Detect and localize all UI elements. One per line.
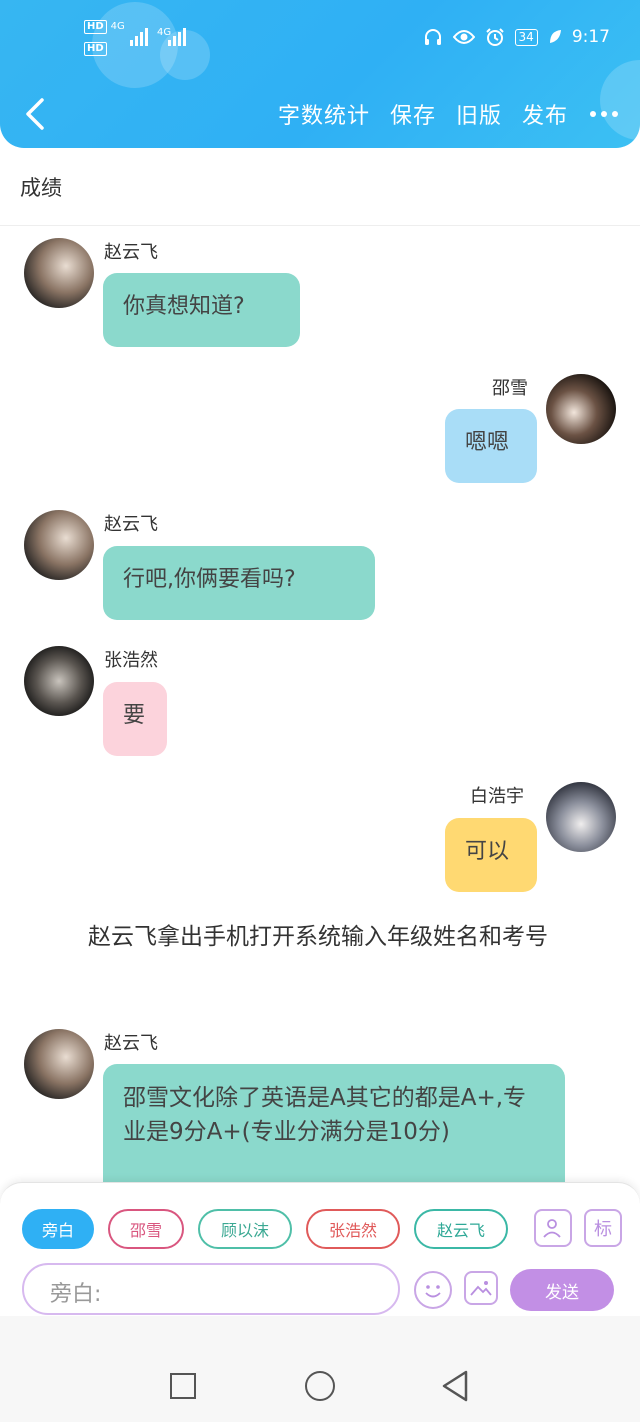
chip-character[interactable]: 邵雪: [108, 1209, 184, 1249]
speaker-name: 邵雪: [492, 378, 528, 399]
chip-character[interactable]: 赵云飞: [414, 1209, 508, 1249]
alarm-icon: [485, 28, 504, 46]
chip-narrator[interactable]: 旁白: [22, 1209, 94, 1249]
character-chips: 旁白 邵雪 顾以沫 张浩然 赵云飞: [22, 1209, 508, 1249]
avatar[interactable]: [546, 782, 616, 852]
back-icon[interactable]: [22, 96, 50, 132]
message-bubble[interactable]: 你真想知道?: [103, 273, 300, 347]
battery-level: 34: [518, 30, 534, 44]
word-count-button[interactable]: 字数统计: [278, 98, 370, 130]
status-right: 34 9:17: [420, 27, 640, 47]
hd-badge: HD: [84, 42, 107, 56]
speaker-name: 赵云飞: [104, 514, 158, 535]
chapter-title[interactable]: 成绩: [20, 172, 62, 202]
toolbar: 字数统计 保存 旧版 发布: [258, 98, 640, 130]
message-bubble[interactable]: 可以: [445, 818, 537, 892]
chip-character[interactable]: 张浩然: [306, 1209, 400, 1249]
person-icon: [543, 1219, 561, 1238]
network-type: 4G: [110, 21, 125, 32]
home-icon[interactable]: [305, 1371, 335, 1401]
speaker-name: 赵云飞: [104, 242, 158, 263]
network-status: HD 4G HD: [84, 20, 125, 56]
recent-apps-icon[interactable]: [170, 1373, 196, 1399]
chip-character[interactable]: 顾以沫: [198, 1209, 292, 1249]
leaf-icon: [549, 30, 561, 43]
emoji-icon[interactable]: [414, 1271, 452, 1309]
publish-button[interactable]: 发布: [522, 98, 568, 130]
avatar[interactable]: [24, 1029, 94, 1099]
signal-icon: [168, 24, 186, 46]
save-button[interactable]: 保存: [390, 98, 436, 130]
message-bubble[interactable]: 要: [103, 682, 167, 756]
system-nav-bar: [0, 1316, 640, 1422]
speaker-name: 赵云飞: [104, 1033, 158, 1054]
image-icon[interactable]: [464, 1271, 498, 1305]
avatar[interactable]: [24, 510, 94, 580]
speaker-name: 白浩宇: [470, 786, 524, 807]
battery-indicator: 34: [514, 28, 538, 46]
speaker-name: 张浩然: [104, 650, 158, 671]
eye-icon: [452, 30, 475, 44]
character-manage-icon[interactable]: [534, 1209, 572, 1247]
message-input[interactable]: 旁白:: [22, 1263, 400, 1315]
old-version-button[interactable]: 旧版: [456, 98, 502, 130]
avatar[interactable]: [24, 238, 94, 308]
message-bubble[interactable]: 行吧,你俩要看吗?: [103, 546, 375, 620]
nav-back-icon[interactable]: [440, 1369, 472, 1403]
tag-button[interactable]: 标: [584, 1209, 622, 1247]
signal-icon: [130, 24, 148, 46]
app-header: HD 4G HD 4G 34 9:17 字数统计 保存 旧版 发布: [0, 0, 640, 148]
chapter-title-row: 成绩: [0, 148, 640, 226]
avatar[interactable]: [24, 646, 94, 716]
compose-panel: 旁白 邵雪 顾以沫 张浩然 赵云飞 标 旁白: 发送: [0, 1182, 640, 1316]
hd-badge: HD: [84, 20, 107, 34]
headphones-icon: [424, 29, 441, 45]
narration-text[interactable]: 赵云飞拿出手机打开系统输入年级姓名和考号: [36, 918, 606, 956]
message-bubble[interactable]: 嗯嗯: [445, 409, 537, 483]
more-icon[interactable]: [590, 111, 618, 117]
send-button[interactable]: 发送: [510, 1269, 614, 1311]
avatar[interactable]: [546, 374, 616, 444]
clock: 9:17: [571, 27, 610, 47]
